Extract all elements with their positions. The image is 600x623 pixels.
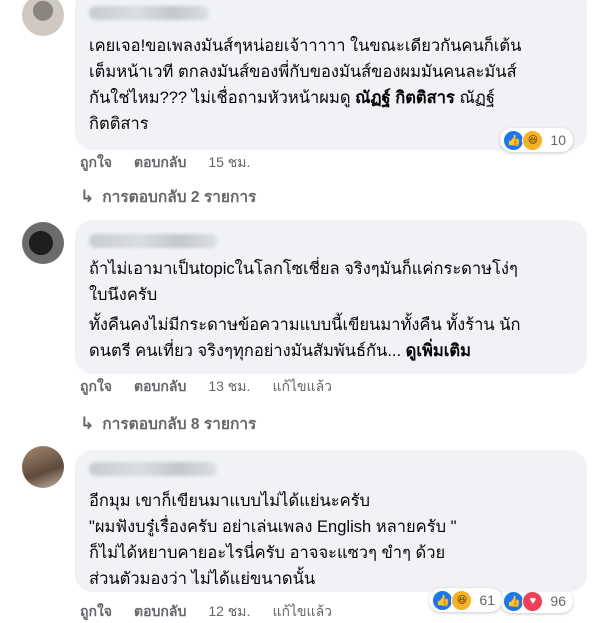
commenter-name-redacted[interactable]	[89, 6, 209, 20]
mention-link[interactable]: ณัฏฐ์ กิตติสาร	[355, 89, 455, 107]
avatar[interactable]	[22, 222, 64, 264]
comment-line-text: ณัฏฐ์	[454, 89, 495, 107]
comment-line: ถ้าไม่เอามาเป็นtopicในโลกโซเชี่ยล จริงๆม…	[89, 260, 518, 278]
comment-line: ใบนึงครับ	[89, 286, 158, 304]
timestamp[interactable]: 15 ชม.	[208, 152, 250, 174]
comment-actions: ถูกใจ ตอบกลับ 15 ชม.	[80, 152, 250, 174]
comment-line-text: กันใช่ไหม??? ไม่เชื่อถามหัวหน้าผมดู	[89, 89, 356, 107]
avatar[interactable]	[22, 0, 64, 36]
comment-bubble: เคยเจอ!ขอเพลงมันส์ๆหน่อยเจ้าาาาา ในขณะเด…	[75, 0, 587, 152]
comment-line: ทั้งคืนคงไม่มีกระดาษข้อความแบบนี้เขียนมา…	[89, 316, 521, 334]
reaction-count: 10	[550, 132, 566, 148]
comment-bubble: อีกมุม เขาก็เขียนมาแบบไม่ได้แย่นะครับ "ผ…	[75, 450, 587, 592]
comment-paragraph: ทั้งคืนคงไม่มีกระดาษข้อความแบบนี้เขียนมา…	[89, 312, 575, 364]
like-button[interactable]: ถูกใจ	[80, 376, 112, 398]
avatar[interactable]	[22, 446, 64, 488]
reaction-summary[interactable]: 👍 😆 61	[429, 588, 502, 612]
comment-bubble: ถ้าไม่เอามาเป็นtopicในโลกโซเชี่ยล จริงๆม…	[75, 220, 587, 613]
reply-arrow-icon: ↳	[80, 413, 95, 433]
comment-actions: ถูกใจ ตอบกลับ 13 ชม. แก้ไขแล้ว	[80, 376, 332, 398]
haha-reaction-icon: 😆	[451, 589, 473, 611]
like-reaction-icon: 👍	[503, 590, 525, 612]
edited-label: แก้ไขแล้ว	[272, 378, 333, 394]
commenter-name-redacted[interactable]	[89, 462, 217, 476]
reply-button[interactable]: ตอบกลับ	[134, 376, 186, 398]
view-replies-button[interactable]: ↳ การตอบกลับ 8 รายการ	[80, 411, 256, 436]
view-replies-label: การตอบกลับ 8 รายการ	[102, 416, 257, 433]
like-reaction-icon: 👍	[503, 129, 525, 151]
comment-line: อีกมุม เขาก็เขียนมาแบบไม่ได้แย่นะครับ	[89, 492, 371, 510]
reaction-summary[interactable]: 👍 ♥ 96	[500, 589, 573, 613]
comment-line: ส่วนตัวมองว่า ไม่ได้แย่ขนาดนั้น	[89, 570, 316, 588]
comment-line: "ผมฟังบรู๋เรื่องครับ อย่าเล่นเพลง Englis…	[89, 518, 457, 536]
commenter-name-redacted[interactable]	[89, 234, 217, 248]
reaction-summary[interactable]: 👍 😆 10	[500, 128, 573, 152]
timestamp[interactable]: 13 ชม.	[208, 376, 250, 398]
comment-paragraph: ถ้าไม่เอามาเป็นtopicในโลกโซเชี่ยล จริงๆม…	[89, 256, 575, 308]
comment-text: อีกมุม เขาก็เขียนมาแบบไม่ได้แย่นะครับ "ผ…	[89, 488, 575, 592]
haha-reaction-icon: 😆	[522, 129, 544, 151]
see-more-link[interactable]: ดูเพิ่มเติม	[406, 342, 471, 360]
view-replies-button[interactable]: ↳ การตอบกลับ 2 รายการ	[80, 184, 256, 209]
comment-line-text: ดนตรี คนเที่ยว จริงๆทุกอย่างมันสัมพันธ์ก…	[89, 342, 406, 360]
like-reaction-icon: 👍	[432, 589, 454, 611]
like-button[interactable]: ถูกใจ	[80, 152, 112, 174]
comment-line: ดนตรี คนเที่ยว จริงๆทุกอย่างมันสัมพันธ์ก…	[89, 338, 575, 364]
comment-line: เต็มหน้าเวที ตกลงมันส์ของพี่กับของมันส์ข…	[89, 63, 517, 81]
reply-button[interactable]: ตอบกลับ	[134, 152, 186, 174]
reply-arrow-icon: ↳	[80, 186, 95, 206]
love-reaction-icon: ♥	[522, 590, 544, 612]
comment-line: กันใช่ไหม??? ไม่เชื่อถามหัวหน้าผมดู ณัฏฐ…	[89, 85, 575, 111]
comment-line: เคยเจอ!ขอเพลงมันส์ๆหน่อยเจ้าาาาา ในขณะเด…	[89, 37, 522, 55]
reaction-count: 96	[550, 593, 566, 609]
comment-text: เคยเจอ!ขอเพลงมันส์ๆหน่อยเจ้าาาาา ในขณะเด…	[89, 33, 575, 137]
view-replies-label: การตอบกลับ 2 รายการ	[102, 189, 257, 206]
comment-line: ก็ไม่ได้หยาบคายอะไรนี่ครับ อาจจะแซวๆ ขำๆ…	[89, 544, 446, 562]
reaction-count: 61	[479, 592, 495, 608]
